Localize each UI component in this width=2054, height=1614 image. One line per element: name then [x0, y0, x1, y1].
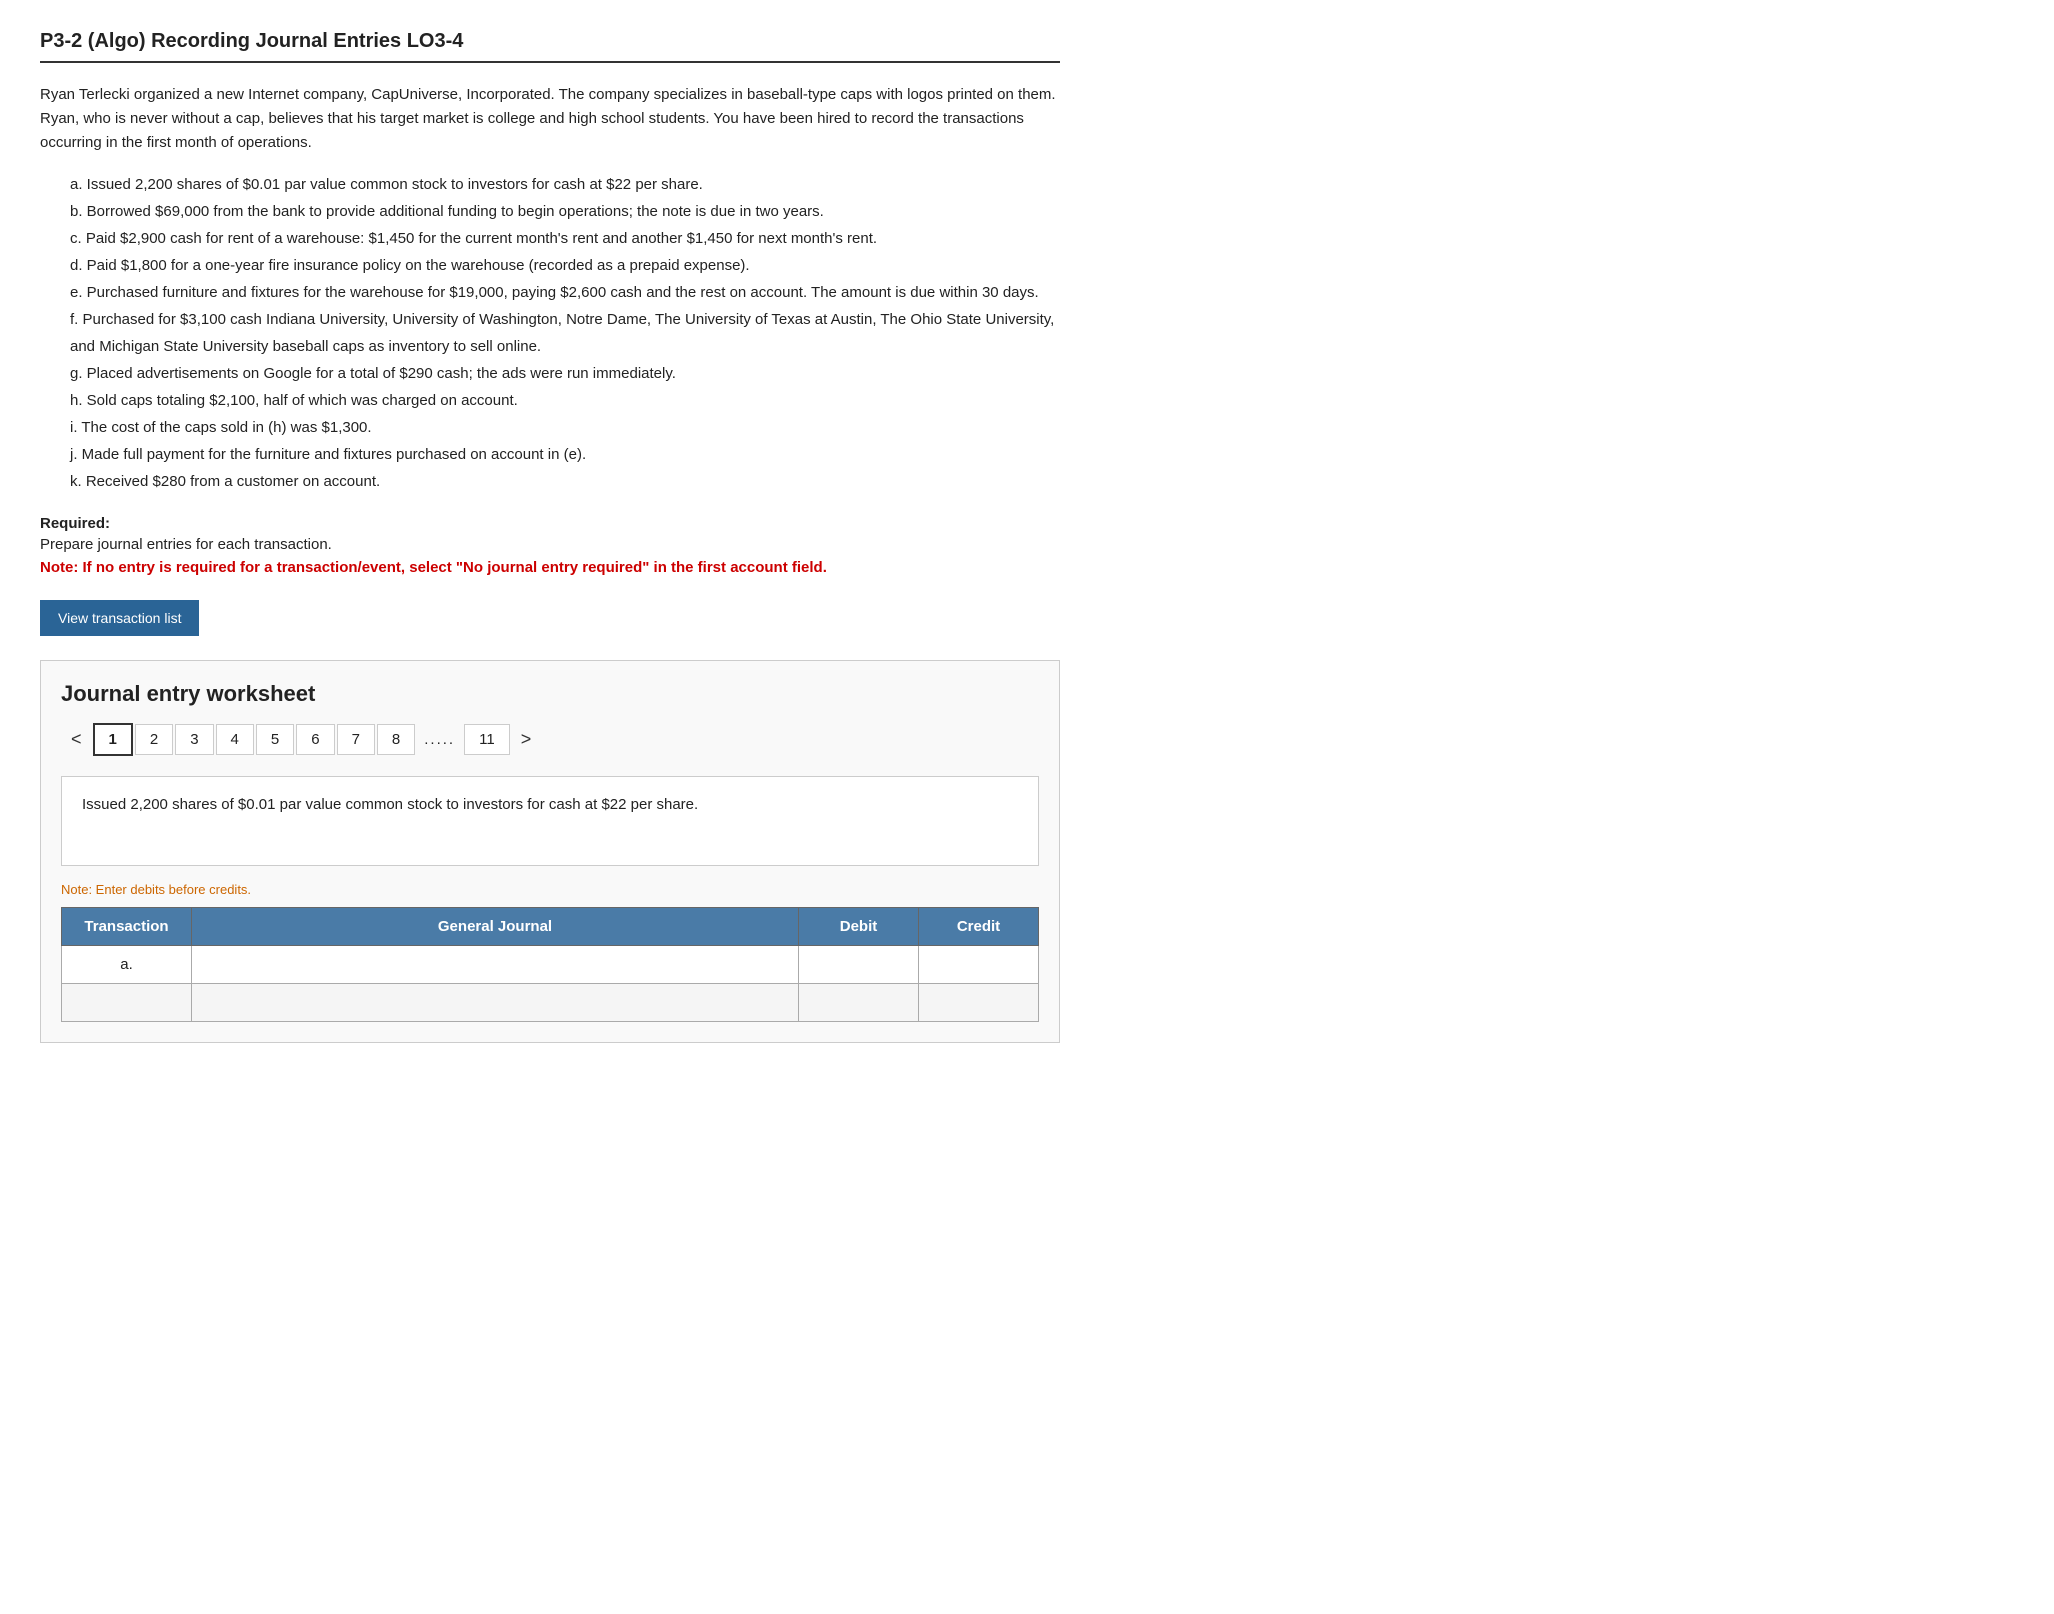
credit-input-2[interactable]	[927, 994, 1030, 1010]
list-item: c. Paid $2,900 cash for rent of a wareho…	[70, 225, 1060, 252]
header-transaction: Transaction	[62, 908, 192, 946]
transaction-cell-1: a.	[62, 946, 192, 984]
list-item: i. The cost of the caps sold in (h) was …	[70, 414, 1060, 441]
list-item: k. Received $280 from a customer on acco…	[70, 468, 1060, 495]
page-7[interactable]: 7	[337, 724, 375, 755]
page-1[interactable]: 1	[93, 723, 133, 756]
pagination-next[interactable]: >	[511, 723, 542, 756]
debit-input-2[interactable]	[807, 994, 910, 1010]
required-section: Required: Prepare journal entries for ea…	[40, 515, 1060, 576]
worksheet-title: Journal entry worksheet	[61, 681, 1039, 707]
header-general-journal: General Journal	[192, 908, 799, 946]
intro-paragraph: Ryan Terlecki organized a new Internet c…	[40, 83, 1060, 155]
credit-input-1[interactable]	[927, 956, 1030, 972]
general-journal-cell-1[interactable]	[192, 946, 799, 984]
page-3[interactable]: 3	[175, 724, 213, 755]
page-6[interactable]: 6	[296, 724, 334, 755]
page-8[interactable]: 8	[377, 724, 415, 755]
pagination-dots: .....	[416, 725, 463, 754]
list-item: a. Issued 2,200 shares of $0.01 par valu…	[70, 171, 1060, 198]
pagination: < 1 2 3 4 5 6 7 8 ..... 11 >	[61, 723, 1039, 756]
debit-cell-2[interactable]	[799, 984, 919, 1022]
view-transaction-button[interactable]: View transaction list	[40, 600, 199, 636]
debit-input-1[interactable]	[807, 956, 910, 972]
required-note: Note: If no entry is required for a tran…	[40, 559, 1060, 576]
credit-cell-1[interactable]	[919, 946, 1039, 984]
debit-cell-1[interactable]	[799, 946, 919, 984]
required-instruction: Prepare journal entries for each transac…	[40, 536, 1060, 553]
table-row: a.	[62, 946, 1039, 984]
general-journal-input-1[interactable]	[200, 956, 790, 972]
credit-cell-2[interactable]	[919, 984, 1039, 1022]
transaction-cell-2	[62, 984, 192, 1022]
header-debit: Debit	[799, 908, 919, 946]
journal-table: Transaction General Journal Debit Credit…	[61, 907, 1039, 1022]
list-item: e. Purchased furniture and fixtures for …	[70, 279, 1060, 306]
list-item: b. Borrowed $69,000 from the bank to pro…	[70, 198, 1060, 225]
list-item: d. Paid $1,800 for a one-year fire insur…	[70, 252, 1060, 279]
page-2[interactable]: 2	[135, 724, 173, 755]
table-row	[62, 984, 1039, 1022]
pagination-prev[interactable]: <	[61, 723, 92, 756]
list-item: f. Purchased for $3,100 cash Indiana Uni…	[70, 306, 1060, 360]
transaction-description: Issued 2,200 shares of $0.01 par value c…	[61, 776, 1039, 866]
list-item: g. Placed advertisements on Google for a…	[70, 360, 1060, 387]
general-journal-cell-2[interactable]	[192, 984, 799, 1022]
page-4[interactable]: 4	[216, 724, 254, 755]
transactions-list: a. Issued 2,200 shares of $0.01 par valu…	[70, 171, 1060, 495]
worksheet-container: Journal entry worksheet < 1 2 3 4 5 6 7 …	[40, 660, 1060, 1043]
required-label: Required:	[40, 515, 1060, 532]
note-text: Note: Enter debits before credits.	[61, 882, 1039, 897]
page-11[interactable]: 11	[464, 724, 510, 755]
general-journal-input-2[interactable]	[200, 994, 790, 1010]
page-title: P3-2 (Algo) Recording Journal Entries LO…	[40, 30, 1060, 63]
list-item: j. Made full payment for the furniture a…	[70, 441, 1060, 468]
page-5[interactable]: 5	[256, 724, 294, 755]
header-credit: Credit	[919, 908, 1039, 946]
list-item: h. Sold caps totaling $2,100, half of wh…	[70, 387, 1060, 414]
